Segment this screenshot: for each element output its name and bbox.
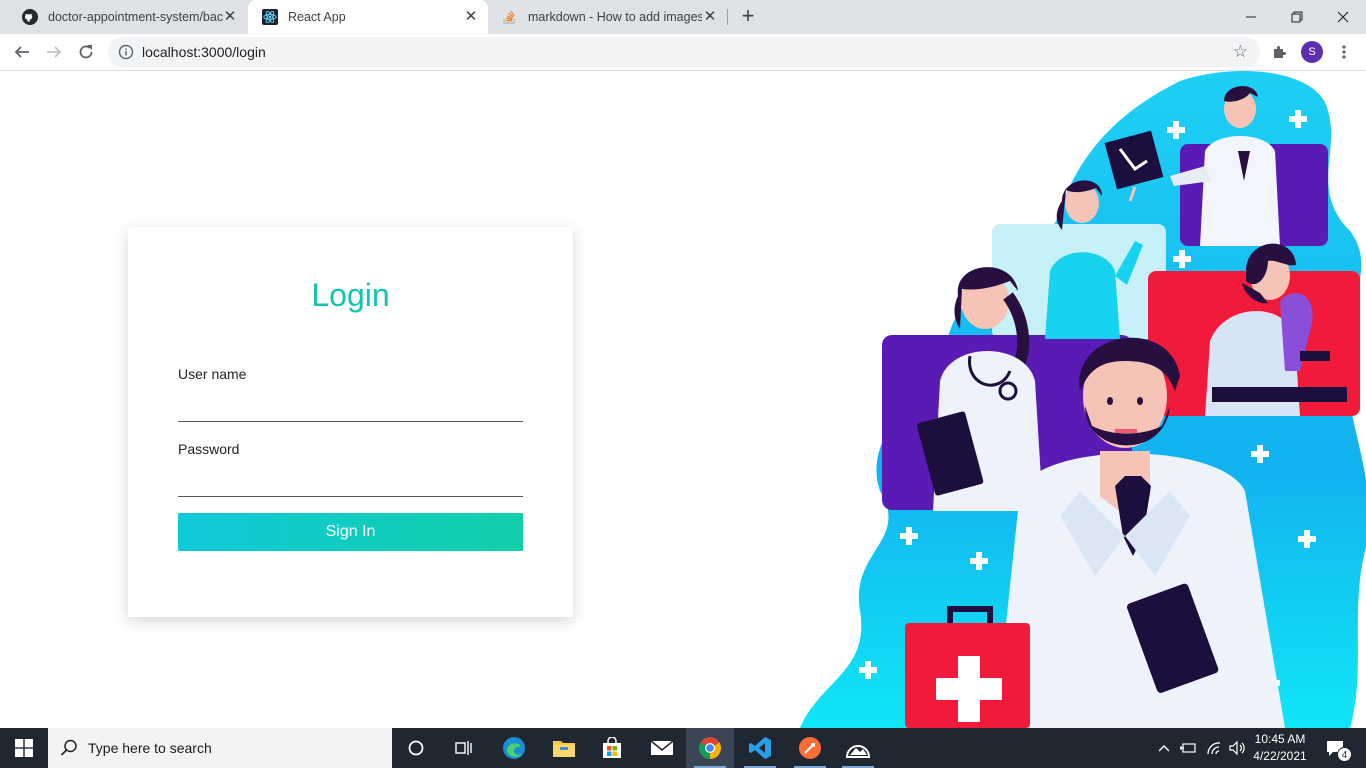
cortana-button[interactable] (392, 728, 440, 768)
chrome-icon (699, 737, 721, 759)
new-tab-button[interactable]: + (736, 5, 760, 29)
password-input[interactable] (178, 471, 523, 497)
back-button[interactable] (8, 38, 36, 66)
tab-separator (727, 9, 728, 25)
start-button[interactable] (0, 728, 48, 768)
battery-button[interactable] (1177, 728, 1199, 768)
tab-title: React App (288, 10, 346, 24)
username-label: User name (178, 366, 247, 382)
sign-in-button[interactable]: Sign In (178, 513, 523, 551)
forward-arrow-icon (47, 46, 62, 58)
vscode-icon (749, 737, 771, 759)
chrome-taskbar-icon[interactable] (686, 728, 734, 768)
login-title: Login (311, 277, 390, 313)
postman-icon (799, 737, 821, 759)
tab-title: doctor-appointment-system/bac (48, 10, 224, 24)
edge-icon (503, 737, 525, 759)
kebab-menu-icon (1342, 45, 1346, 59)
url-text: localhost:3000/login (142, 44, 266, 60)
minimize-button[interactable] (1228, 0, 1274, 34)
battery-plug-icon (1180, 743, 1196, 753)
reload-icon (79, 45, 93, 59)
tab-strip: doctor-appointment-system/bac ✕ React Ap… (0, 0, 1366, 34)
clock-date: 4/22/2021 (1253, 749, 1307, 763)
github-icon (22, 9, 38, 25)
menu-button[interactable] (1330, 38, 1358, 66)
file-explorer-taskbar-icon[interactable] (540, 728, 588, 768)
action-center-button[interactable]: 4 (1318, 728, 1352, 768)
reload-button[interactable] (72, 38, 100, 66)
store-bag-icon (603, 737, 621, 758)
close-window-button[interactable] (1320, 0, 1366, 34)
search-placeholder: Type here to search (88, 740, 212, 756)
react-icon (262, 9, 278, 25)
task-view-button[interactable] (440, 728, 488, 768)
back-arrow-icon (14, 46, 29, 58)
password-label: Password (178, 441, 240, 457)
star-icon[interactable]: ☆ (1233, 42, 1248, 62)
postman-taskbar-icon[interactable] (786, 728, 834, 768)
profile-avatar[interactable]: S (1301, 41, 1323, 63)
tab-github[interactable]: doctor-appointment-system/bac ✕ (8, 0, 246, 34)
system-clock[interactable]: 10:45 AM 4/22/2021 (1244, 731, 1316, 765)
show-hidden-icons-button[interactable] (1156, 728, 1172, 768)
browser-toolbar: localhost:3000/login ☆ S (0, 34, 1366, 71)
folder-icon (553, 741, 575, 757)
login-card: Login User name Password Sign In (128, 227, 573, 617)
photos-icon (845, 745, 871, 758)
mail-icon (650, 740, 674, 755)
notification-count-badge: 4 (1337, 747, 1352, 762)
mail-taskbar-icon[interactable] (638, 728, 686, 768)
windows-taskbar: Type here to search 10:45 AM 4/22/2021 4 (0, 728, 1366, 768)
task-view-icon (455, 741, 472, 755)
address-bar[interactable]: localhost:3000/login ☆ (108, 37, 1260, 67)
cortana-icon (408, 740, 424, 756)
vscode-taskbar-icon[interactable] (736, 728, 784, 768)
tab-stackoverflow[interactable]: markdown - How to add images ✕ (488, 0, 726, 34)
wifi-icon (1207, 742, 1221, 755)
stackoverflow-icon (503, 10, 515, 24)
doctors-illustration (800, 71, 1366, 728)
photos-taskbar-icon[interactable] (834, 728, 882, 768)
wifi-button[interactable] (1203, 728, 1225, 768)
close-icon[interactable]: ✕ (463, 9, 479, 25)
restore-button[interactable] (1274, 0, 1320, 34)
page-content: Login User name Password Sign In (0, 71, 1366, 728)
close-icon[interactable]: ✕ (702, 9, 718, 25)
forward-button[interactable] (40, 38, 68, 66)
extensions-button[interactable] (1266, 38, 1294, 66)
info-icon[interactable] (118, 44, 134, 60)
store-taskbar-icon[interactable] (588, 728, 636, 768)
chevron-up-icon (1158, 745, 1170, 752)
edge-taskbar-icon[interactable] (490, 728, 538, 768)
close-icon (1337, 11, 1349, 23)
username-input[interactable] (178, 396, 523, 422)
tab-title: markdown - How to add images (528, 10, 702, 24)
windows-logo-icon (15, 739, 33, 757)
search-icon (60, 739, 77, 756)
tab-react-app[interactable]: React App ✕ (248, 0, 488, 34)
puzzle-icon (1274, 46, 1286, 58)
restore-icon (1291, 11, 1303, 23)
close-icon[interactable]: ✕ (222, 9, 238, 25)
clock-time: 10:45 AM (1254, 732, 1306, 746)
taskbar-search[interactable]: Type here to search (48, 728, 392, 768)
